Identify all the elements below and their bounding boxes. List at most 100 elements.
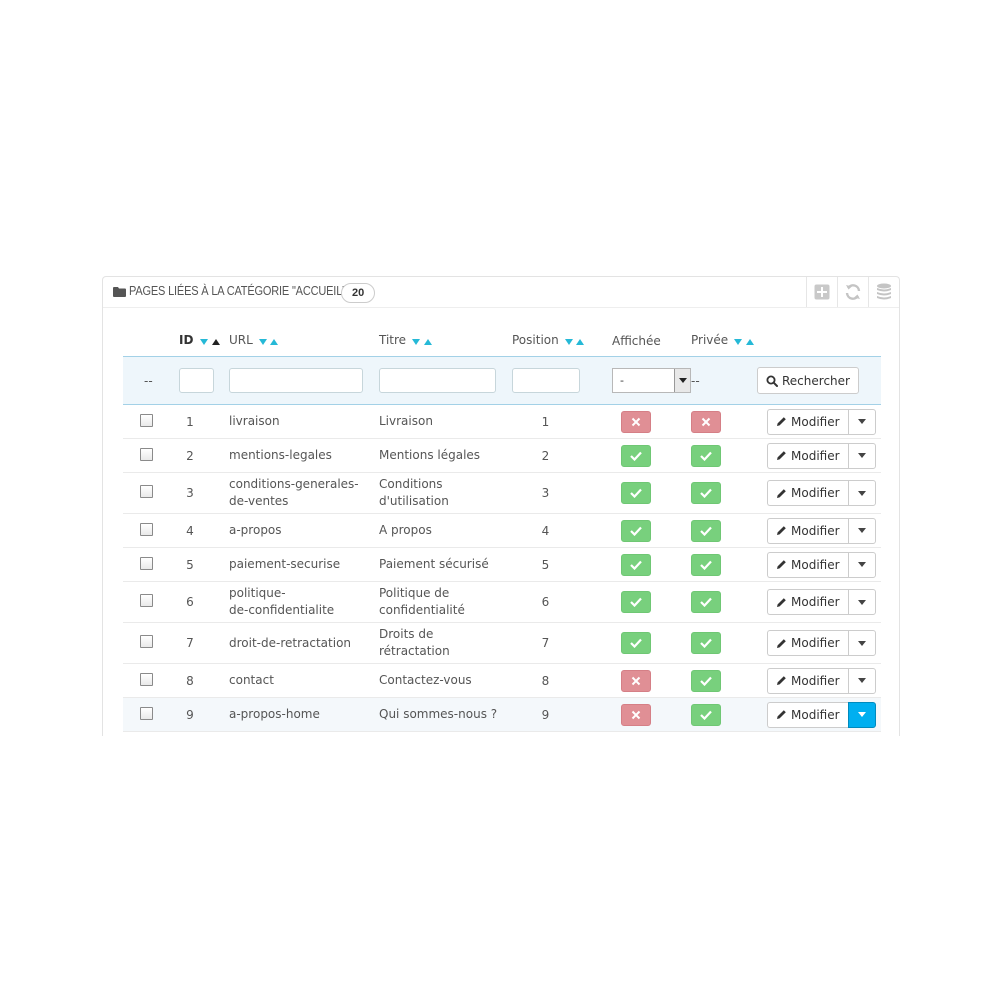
check-icon	[700, 638, 712, 648]
row-checkbox[interactable]	[140, 556, 153, 570]
cell-position: 5	[512, 547, 612, 582]
sort-asc-icon[interactable]	[576, 338, 585, 345]
sort-desc-icon[interactable]	[734, 338, 742, 345]
row-actions: Modifier	[767, 480, 876, 506]
actions-dropdown-button[interactable]	[847, 442, 876, 469]
cell-id: 5	[179, 547, 229, 582]
check-icon	[630, 526, 642, 536]
sort-asc-icon[interactable]	[211, 338, 220, 345]
table-row[interactable]: 8 contact Contactez-vous 8 Modifier	[123, 663, 881, 698]
cell-position: 8	[512, 663, 612, 698]
actions-dropdown-button[interactable]	[847, 408, 876, 435]
check-icon	[700, 710, 712, 720]
row-actions: Modifier	[767, 589, 876, 615]
cell-url: paiement-securise	[229, 547, 379, 582]
edit-button[interactable]: Modifier	[767, 442, 848, 469]
filter-displayed-select[interactable]: -	[612, 368, 691, 393]
private-yes-toggle[interactable]	[691, 591, 721, 613]
actions-dropdown-button[interactable]	[847, 630, 876, 656]
cell-id: 9	[179, 697, 229, 732]
header-private: Privée	[691, 325, 769, 357]
row-actions: Modifier	[767, 551, 876, 578]
filter-position-input[interactable]	[512, 368, 580, 393]
sort-desc-icon[interactable]	[199, 338, 208, 345]
header-row: ID URL Titre Position Affichée Privée	[123, 325, 881, 357]
pencil-icon	[777, 560, 786, 569]
table-row[interactable]: 5 paiement-securise Paiement sécurisé 5 Modi…	[123, 547, 881, 582]
panel-heading: PAGES LIÉES À LA CATÉGORIE "ACCUEIL" 20	[103, 277, 899, 308]
sort-asc-icon[interactable]	[423, 338, 432, 345]
displayed-no-toggle[interactable]	[621, 703, 651, 726]
edit-button[interactable]: Modifier	[767, 589, 848, 615]
private-yes-toggle[interactable]	[691, 632, 721, 654]
cell-id: 6	[179, 581, 229, 623]
table-row[interactable]: 2 mentions-legales Mentions légales 2 Modifi…	[123, 438, 881, 473]
row-checkbox[interactable]	[140, 447, 153, 461]
row-checkbox[interactable]	[140, 485, 153, 498]
chevron-down-icon	[857, 599, 866, 605]
table-row[interactable]: 6 politique- de-confidentialite Politique …	[123, 581, 881, 623]
edit-button[interactable]: Modifier	[767, 701, 848, 728]
displayed-yes-toggle[interactable]	[621, 482, 651, 504]
private-yes-toggle[interactable]	[691, 553, 721, 576]
cell-url: contact	[229, 663, 379, 698]
row-checkbox[interactable]	[140, 672, 153, 686]
actions-dropdown-button[interactable]	[847, 517, 876, 544]
table-row[interactable]: 3 conditions-generales- de-ventes Conditio…	[123, 472, 881, 514]
sort-asc-icon[interactable]	[745, 338, 754, 345]
actions-dropdown-button[interactable]	[847, 551, 876, 578]
sort-desc-icon[interactable]	[411, 338, 420, 345]
pencil-icon	[777, 676, 786, 685]
filter-title-input[interactable]	[379, 368, 496, 393]
actions-dropdown-button[interactable]	[847, 589, 876, 615]
displayed-yes-toggle[interactable]	[621, 591, 651, 613]
cell-url: a-propos-home	[229, 697, 379, 732]
edit-button[interactable]: Modifier	[767, 408, 848, 435]
folder-icon	[113, 287, 126, 297]
add-new-button[interactable]	[806, 277, 837, 307]
actions-dropdown-button[interactable]	[847, 667, 876, 694]
row-checkbox[interactable]	[140, 522, 153, 536]
displayed-yes-toggle[interactable]	[621, 519, 651, 542]
filter-id-input[interactable]	[179, 368, 214, 393]
private-yes-toggle[interactable]	[691, 482, 721, 504]
add-icon	[814, 284, 830, 300]
actions-dropdown-button[interactable]	[847, 480, 876, 506]
sql-export-button[interactable]	[868, 277, 899, 307]
row-checkbox[interactable]	[140, 706, 153, 720]
edit-button[interactable]: Modifier	[767, 667, 848, 694]
check-icon	[700, 676, 712, 686]
table-row[interactable]: 7 droit-de-retractation Droits de rétracta…	[123, 622, 881, 664]
displayed-yes-toggle[interactable]	[621, 553, 651, 576]
filter-url-input[interactable]	[229, 368, 363, 393]
displayed-yes-toggle[interactable]	[621, 444, 651, 467]
displayed-no-toggle[interactable]	[621, 669, 651, 692]
row-checkbox[interactable]	[140, 413, 153, 427]
actions-dropdown-button[interactable]	[847, 701, 876, 728]
private-yes-toggle[interactable]	[691, 444, 721, 467]
private-yes-toggle[interactable]	[691, 519, 721, 542]
cell-id: 7	[179, 622, 229, 664]
sort-asc-icon[interactable]	[270, 338, 279, 345]
displayed-yes-toggle[interactable]	[621, 632, 651, 654]
row-checkbox[interactable]	[140, 594, 153, 607]
private-yes-toggle[interactable]	[691, 669, 721, 692]
edit-button[interactable]: Modifier	[767, 630, 848, 656]
table-row[interactable]: 9 a-propos-home Qui sommes-nous ? 9 Modifier	[123, 697, 881, 732]
pencil-icon	[777, 638, 786, 648]
row-checkbox[interactable]	[140, 635, 153, 648]
cell-url: conditions-generales- de-ventes	[229, 472, 379, 514]
search-button[interactable]: Rechercher	[757, 367, 859, 394]
private-yes-toggle[interactable]	[691, 703, 721, 726]
displayed-no-toggle[interactable]	[621, 410, 651, 433]
edit-button[interactable]: Modifier	[767, 517, 848, 544]
table-row[interactable]: 1 livraison Livraison 1 Modifier	[123, 404, 881, 439]
sort-desc-icon[interactable]	[564, 338, 573, 345]
cell-title: Mentions légales	[379, 438, 512, 473]
private-no-toggle[interactable]	[691, 410, 721, 433]
edit-button[interactable]: Modifier	[767, 480, 848, 506]
edit-button[interactable]: Modifier	[767, 551, 848, 578]
table-row[interactable]: 4 a-propos A propos 4 Modifier	[123, 513, 881, 548]
refresh-button[interactable]	[837, 277, 868, 307]
sort-desc-icon[interactable]	[258, 338, 267, 345]
